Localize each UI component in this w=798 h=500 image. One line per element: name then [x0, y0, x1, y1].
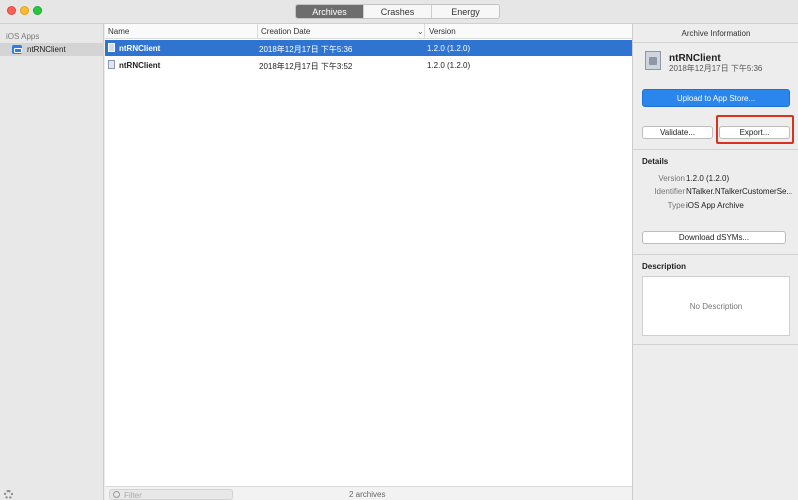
sidebar-item-label: ntRNClient	[27, 45, 66, 54]
detail-key-version: Version	[658, 174, 685, 183]
filter-input[interactable]: Filter	[109, 489, 233, 500]
divider	[633, 149, 798, 150]
list-footer: Filter 2 archives	[105, 486, 632, 500]
archive-file-icon	[108, 43, 115, 52]
detail-key-type: Type	[667, 201, 685, 210]
validate-button[interactable]: Validate...	[642, 126, 713, 139]
row-date: 2018年12月17日 下午3:52	[259, 62, 353, 71]
column-header: Name Creation Date ⌄ Version	[105, 24, 632, 39]
filter-icon	[113, 491, 120, 498]
download-dsyms-button[interactable]: Download dSYMs...	[642, 231, 786, 244]
tab-bar: Archives Crashes Energy	[295, 4, 500, 19]
detail-value-identifier: NTalker.NTalkerCustomerSe...	[686, 187, 792, 196]
detail-value-type: iOS App Archive	[686, 201, 744, 210]
row-name: ntRNClient	[119, 61, 161, 70]
table-row[interactable]: ntRNClient 2018年12月17日 下午5:36 1.2.0 (1.2…	[105, 40, 632, 56]
tab-archives[interactable]: Archives	[296, 5, 364, 18]
archive-document-icon	[645, 51, 661, 70]
table-row[interactable]: ntRNClient 2018年12月17日 下午3:52 1.2.0 (1.2…	[105, 57, 632, 73]
inspector-title: Archive Information	[681, 29, 751, 38]
divider	[633, 254, 798, 255]
divider	[633, 344, 798, 345]
minimize-window-button[interactable]	[20, 6, 29, 15]
detail-key-identifier: Identifier	[654, 187, 685, 196]
activity-spinner-icon	[4, 490, 13, 499]
export-highlight-outline	[716, 115, 794, 144]
sidebar-section-header: iOS Apps	[6, 32, 40, 41]
row-date: 2018年12月17日 下午5:36	[259, 45, 353, 54]
tab-energy[interactable]: Energy	[432, 5, 499, 18]
archive-date: 2018年12月17日 下午5:36	[669, 64, 763, 73]
sidebar-item-ntrnclient[interactable]: ntRNClient	[0, 43, 104, 56]
archive-count: 2 archives	[349, 490, 386, 499]
archive-list: Name Creation Date ⌄ Version ntRNClient …	[105, 24, 632, 500]
filter-placeholder: Filter	[124, 491, 142, 500]
description-placeholder: No Description	[689, 302, 743, 311]
row-name: ntRNClient	[119, 44, 161, 53]
row-version: 1.2.0 (1.2.0)	[427, 44, 471, 53]
close-window-button[interactable]	[7, 6, 16, 15]
column-name[interactable]: Name	[108, 27, 129, 36]
archive-file-icon	[108, 60, 115, 69]
upload-to-app-store-button[interactable]: Upload to App Store...	[642, 89, 790, 107]
row-version: 1.2.0 (1.2.0)	[427, 61, 471, 70]
divider	[633, 42, 798, 43]
column-version[interactable]: Version	[429, 27, 456, 36]
column-creation-date[interactable]: Creation Date	[261, 27, 310, 36]
chevron-down-icon[interactable]: ⌄	[417, 27, 424, 36]
zoom-window-button[interactable]	[33, 6, 42, 15]
archive-inspector: Archive Information ntRNClient 2018年12月1…	[632, 24, 798, 500]
description-title: Description	[642, 262, 687, 271]
detail-value-version: 1.2.0 (1.2.0)	[686, 174, 730, 183]
title-bar: Archives Crashes Energy	[0, 0, 798, 24]
column-divider[interactable]	[424, 24, 425, 39]
description-field[interactable]: No Description	[642, 276, 790, 336]
sidebar: iOS Apps ntRNClient	[0, 24, 104, 500]
tab-crashes[interactable]: Crashes	[364, 5, 432, 18]
details-title: Details	[642, 157, 669, 166]
column-divider[interactable]	[257, 24, 258, 39]
app-icon	[12, 45, 22, 54]
